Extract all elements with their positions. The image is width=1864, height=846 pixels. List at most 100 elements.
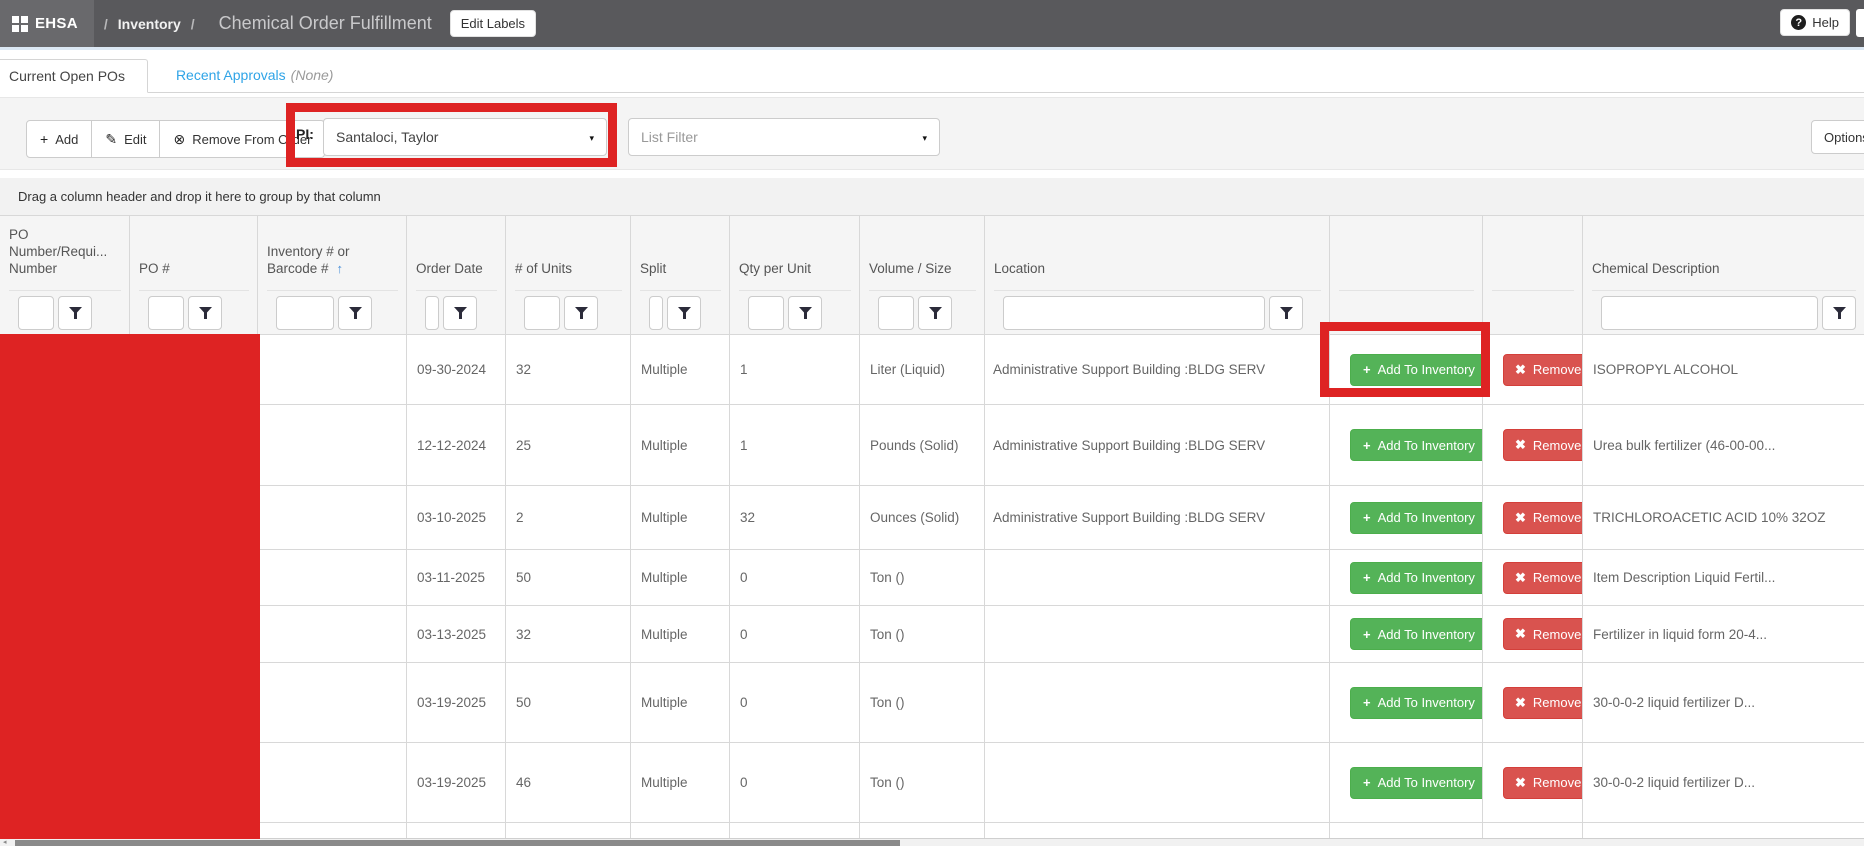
breadcrumb-inventory[interactable]: Inventory bbox=[118, 16, 181, 32]
cell-units: 46 bbox=[506, 743, 631, 822]
annotation-box-pi-select bbox=[286, 103, 617, 167]
column-header-units[interactable]: # of Units bbox=[506, 216, 631, 334]
add-to-inventory-button[interactable]: + Add To Inventory bbox=[1350, 767, 1483, 799]
funnel-icon bbox=[1280, 307, 1293, 319]
remove-button[interactable]: ✖ Remove bbox=[1503, 354, 1583, 386]
column-header-po[interactable]: PO # bbox=[130, 216, 258, 334]
remove-button[interactable]: ✖ Remove bbox=[1503, 429, 1583, 461]
filter-input-order-date[interactable] bbox=[425, 296, 439, 330]
grid-header-row: PO Number/Requi... Number PO # Inventory… bbox=[0, 215, 1864, 334]
column-header-remove-action bbox=[1483, 216, 1583, 334]
column-header-po-number[interactable]: PO Number/Requi... Number bbox=[0, 216, 130, 334]
filter-input-units[interactable] bbox=[524, 296, 560, 330]
cell-chemical-description: Fertilizer in liquid form 20-4... bbox=[1583, 606, 1864, 662]
filter-funnel-button[interactable] bbox=[564, 296, 598, 330]
add-to-inventory-button[interactable]: + Add To Inventory bbox=[1350, 429, 1483, 461]
filter-funnel-button[interactable] bbox=[443, 296, 477, 330]
cell-order-date: 03-13-2025 bbox=[407, 606, 506, 662]
app-brand[interactable]: EHSA bbox=[0, 0, 94, 47]
add-to-inventory-button[interactable]: + Add To Inventory bbox=[1350, 687, 1483, 719]
filter-input-split[interactable] bbox=[649, 296, 663, 330]
plus-icon: + bbox=[1363, 775, 1371, 790]
horizontal-scrollbar-thumb[interactable] bbox=[15, 840, 900, 846]
filter-funnel-button[interactable] bbox=[58, 296, 92, 330]
add-button[interactable]: + Add bbox=[26, 120, 92, 158]
group-drop-zone[interactable]: Drag a column header and drop it here to… bbox=[0, 178, 1864, 215]
scroll-left-arrow-icon[interactable]: ◂ bbox=[3, 839, 7, 846]
add-to-inventory-button[interactable]: + Add To Inventory bbox=[1350, 618, 1483, 650]
tab-recent-approvals-count: (None) bbox=[291, 67, 334, 83]
add-to-inventory-button[interactable]: + Add To Inventory bbox=[1350, 502, 1483, 534]
edit-labels-button[interactable]: Edit Labels bbox=[450, 10, 536, 37]
column-header-split[interactable]: Split bbox=[631, 216, 730, 334]
filter-input-volume[interactable] bbox=[878, 296, 914, 330]
cell-split: Multiple bbox=[631, 606, 730, 662]
cell-units: 50 bbox=[506, 663, 631, 742]
cell-chemical-description: ISOPROPYL ALCOHOL bbox=[1583, 335, 1864, 404]
remove-button[interactable]: ✖ Remove bbox=[1503, 687, 1583, 719]
filter-funnel-button[interactable] bbox=[918, 296, 952, 330]
column-header-add-action bbox=[1330, 216, 1483, 334]
help-button[interactable]: ? Help bbox=[1780, 9, 1850, 36]
cell-qty-per-unit: 0 bbox=[730, 550, 860, 605]
filter-input-chemical-description[interactable] bbox=[1601, 296, 1818, 330]
add-to-inventory-button[interactable]: + Add To Inventory bbox=[1350, 562, 1483, 594]
cell-volume-size: Ton () bbox=[860, 606, 985, 662]
table-row: 09-30-2024 32 Multiple 1 Liter (Liquid) … bbox=[0, 334, 1864, 404]
cell-volume-size: Ton () bbox=[860, 550, 985, 605]
list-filter-select[interactable]: List Filter ▾ bbox=[628, 118, 940, 156]
x-icon: ✖ bbox=[1515, 510, 1526, 526]
cell-chemical-description: 30-0-0-2 liquid fertilizer D... bbox=[1583, 663, 1864, 742]
column-header-location[interactable]: Location bbox=[985, 216, 1330, 334]
table-row: 12-12-2024 25 Multiple 1 Pounds (Solid) … bbox=[0, 404, 1864, 485]
filter-funnel-button[interactable] bbox=[338, 296, 372, 330]
remove-button[interactable]: ✖ Remove bbox=[1503, 562, 1583, 594]
column-header-inventory-barcode[interactable]: Inventory # or Barcode #↑ bbox=[258, 216, 407, 334]
circle-x-icon: ⊗ bbox=[173, 131, 185, 148]
x-icon: ✖ bbox=[1515, 626, 1526, 642]
column-header-chemical-description[interactable]: Chemical Description bbox=[1583, 216, 1864, 334]
help-icon: ? bbox=[1791, 15, 1806, 30]
column-header-order-date[interactable]: Order Date bbox=[407, 216, 506, 334]
filter-funnel-button[interactable] bbox=[788, 296, 822, 330]
table-row: 03-13-2025 32 Multiple 0 Ton () + Add To… bbox=[0, 605, 1864, 662]
pencil-icon: ✎ bbox=[105, 131, 117, 148]
cell-inventory-barcode bbox=[258, 606, 407, 662]
cell-inventory-barcode bbox=[258, 663, 407, 742]
funnel-icon bbox=[1833, 307, 1846, 319]
column-header-volume-size[interactable]: Volume / Size bbox=[860, 216, 985, 334]
cell-inventory-barcode bbox=[258, 486, 407, 549]
horizontal-scrollbar[interactable]: ◂ bbox=[0, 838, 1864, 846]
app-name: EHSA bbox=[35, 15, 78, 32]
filter-funnel-button[interactable] bbox=[1822, 296, 1856, 330]
table-body: 09-30-2024 32 Multiple 1 Liter (Liquid) … bbox=[0, 334, 1864, 822]
cell-location bbox=[985, 663, 1330, 742]
options-button[interactable]: Options ▾ bbox=[1811, 120, 1864, 154]
funnel-icon bbox=[575, 307, 588, 319]
remove-button[interactable]: ✖ Remove bbox=[1503, 618, 1583, 650]
column-header-qty-per-unit[interactable]: Qty per Unit bbox=[730, 216, 860, 334]
filter-funnel-button[interactable] bbox=[667, 296, 701, 330]
filter-funnel-button[interactable] bbox=[188, 296, 222, 330]
apps-grid-icon bbox=[12, 16, 28, 32]
clipped-edge-button[interactable] bbox=[1856, 9, 1864, 37]
remove-button[interactable]: ✖ Remove bbox=[1503, 767, 1583, 799]
cell-qty-per-unit: 1 bbox=[730, 405, 860, 485]
filter-input-location[interactable] bbox=[1003, 296, 1265, 330]
filter-input-po-number[interactable] bbox=[18, 296, 54, 330]
tab-recent-approvals-label: Recent Approvals bbox=[176, 67, 286, 83]
filter-input-po[interactable] bbox=[148, 296, 184, 330]
filter-input-inventory[interactable] bbox=[276, 296, 334, 330]
tab-recent-approvals[interactable]: Recent Approvals (None) bbox=[176, 58, 334, 92]
filter-funnel-button[interactable] bbox=[1269, 296, 1303, 330]
filter-input-qty[interactable] bbox=[748, 296, 784, 330]
table-row: 03-19-2025 46 Multiple 0 Ton () + Add To… bbox=[0, 742, 1864, 822]
cell-inventory-barcode bbox=[258, 743, 407, 822]
edit-button[interactable]: ✎ Edit bbox=[92, 120, 160, 158]
breadcrumb-separator: / bbox=[104, 16, 108, 32]
cell-split: Multiple bbox=[631, 405, 730, 485]
tab-current-open-pos[interactable]: Current Open POs bbox=[0, 59, 148, 93]
plus-icon: + bbox=[1363, 570, 1371, 585]
cell-volume-size: Pounds (Solid) bbox=[860, 405, 985, 485]
remove-button[interactable]: ✖ Remove bbox=[1503, 502, 1583, 534]
